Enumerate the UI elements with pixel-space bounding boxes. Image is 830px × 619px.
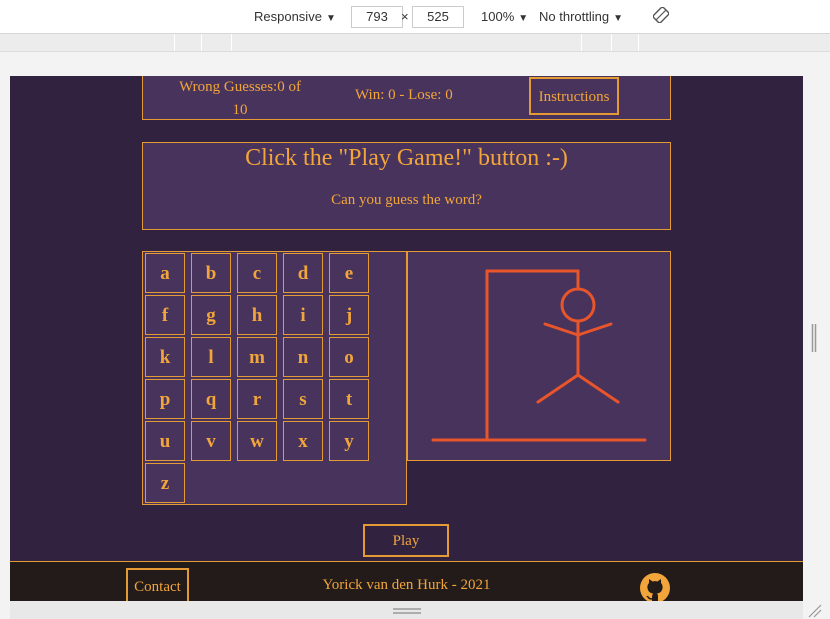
letter-key-d[interactable]: d: [283, 253, 323, 293]
letter-key-w[interactable]: w: [237, 421, 277, 461]
letter-key-a[interactable]: a: [145, 253, 185, 293]
letter-key-t[interactable]: t: [329, 379, 369, 419]
resize-handle-icon[interactable]: [393, 607, 421, 615]
media-query-ruler[interactable]: [0, 34, 830, 52]
letter-keyboard: abcde fghij klmno pqrst uvwxy z: [142, 251, 407, 505]
letter-key-f[interactable]: f: [145, 295, 185, 335]
letter-key-g[interactable]: g: [191, 295, 231, 335]
win-lose-score: Win: 0 - Lose: 0: [355, 87, 453, 103]
letter-key-s[interactable]: s: [283, 379, 323, 419]
devtools-device-toolbar: Responsive ▼ 793 × 525 100% ▼ No throttlin…: [0, 0, 830, 34]
hangman-head: [560, 287, 596, 323]
message-subtitle: Can you guess the word?: [331, 192, 482, 208]
wrong-guesses-counter: Wrong Guesses:0 of 10: [179, 79, 301, 118]
stats-bar: Wrong Guesses:0 of 10 Win: 0 - Lose: 0 I…: [142, 76, 671, 120]
footer: Contact Yorick van den Hurk - 2021: [10, 561, 803, 601]
instructions-button[interactable]: Instructions: [529, 77, 619, 115]
hangman-page: Wrong Guesses:0 of 10 Win: 0 - Lose: 0 I…: [10, 76, 803, 601]
letter-key-k[interactable]: k: [145, 337, 185, 377]
hangman-left-arm: [543, 322, 580, 337]
viewport-width-input[interactable]: 793: [351, 6, 403, 28]
letter-key-m[interactable]: m: [237, 337, 277, 377]
dimension-separator: ×: [401, 9, 409, 24]
letter-key-z[interactable]: z: [145, 463, 185, 503]
letter-key-r[interactable]: r: [237, 379, 277, 419]
letter-key-c[interactable]: c: [237, 253, 277, 293]
throttling-select[interactable]: No throttling ▼: [539, 9, 623, 24]
letter-key-i[interactable]: i: [283, 295, 323, 335]
play-game-button[interactable]: Play Game!: [363, 524, 449, 578]
dropdown-arrow-icon: ▼: [518, 13, 529, 24]
letter-key-q[interactable]: q: [191, 379, 231, 419]
resize-corner-icon[interactable]: [805, 601, 823, 619]
hangman-right-leg: [576, 373, 620, 404]
device-select[interactable]: Responsive ▼: [254, 9, 336, 24]
rotate-icon[interactable]: [653, 7, 669, 23]
message-title: Click the "Play Game!" button :-): [245, 145, 568, 171]
letter-key-l[interactable]: l: [191, 337, 231, 377]
hangman-figure: [431, 269, 647, 442]
viewport-height-input[interactable]: 525: [412, 6, 464, 28]
letter-key-u[interactable]: u: [145, 421, 185, 461]
github-icon[interactable]: [639, 572, 671, 601]
message-panel: Click the "Play Game!" button :-) Can yo…: [142, 142, 671, 230]
zoom-select[interactable]: 100% ▼: [481, 9, 528, 24]
zoom-select-label: 100%: [481, 9, 515, 24]
letter-key-o[interactable]: o: [329, 337, 369, 377]
letter-key-x[interactable]: x: [283, 421, 323, 461]
resize-handle-icon[interactable]: [811, 324, 817, 352]
letter-key-h[interactable]: h: [237, 295, 277, 335]
letter-key-p[interactable]: p: [145, 379, 185, 419]
hangman-right-arm: [576, 322, 613, 337]
letter-key-j[interactable]: j: [329, 295, 369, 335]
throttling-select-label: No throttling: [539, 9, 610, 24]
hangman-drawing-panel: [407, 251, 671, 461]
letter-key-n[interactable]: n: [283, 337, 323, 377]
footer-credit: Yorick van den Hurk - 2021: [322, 577, 491, 593]
letter-key-b[interactable]: b: [191, 253, 231, 293]
dropdown-arrow-icon: ▼: [613, 13, 623, 24]
hangman-left-leg: [536, 373, 580, 404]
dropdown-arrow-icon: ▼: [325, 13, 336, 24]
device-select-label: Responsive: [254, 9, 322, 24]
letter-key-e[interactable]: e: [329, 253, 369, 293]
letter-key-v[interactable]: v: [191, 421, 231, 461]
letter-key-y[interactable]: y: [329, 421, 369, 461]
